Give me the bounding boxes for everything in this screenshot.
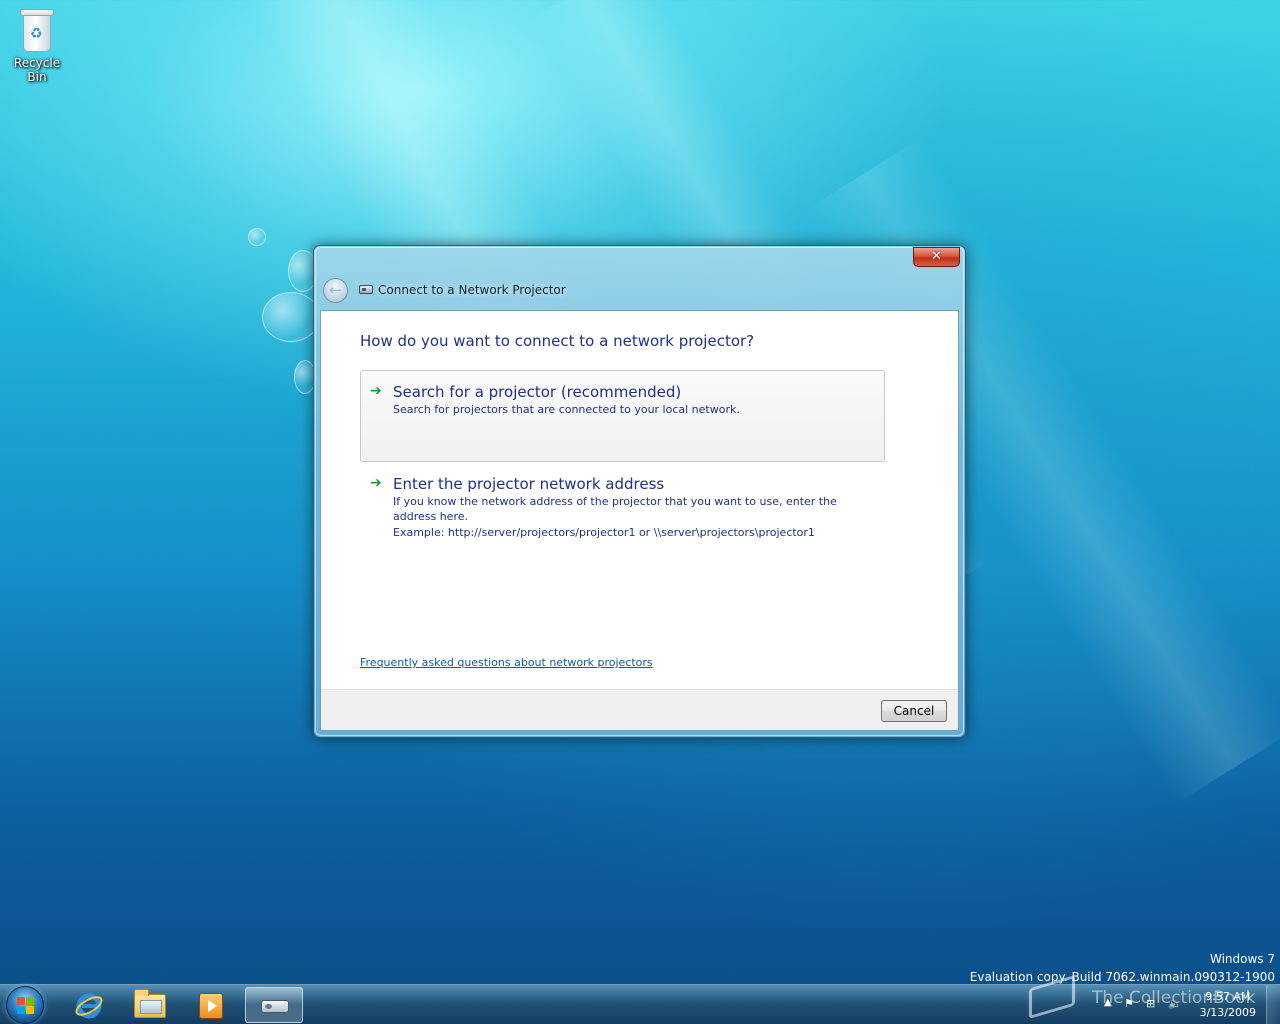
green-arrow-icon: ➔ (370, 475, 382, 491)
site-watermark-text: The CollectionBook (1092, 988, 1256, 1008)
taskbar-network-projector[interactable] (245, 987, 303, 1023)
option-title: Search for a projector (recommended) (393, 383, 682, 401)
watermark-os: Windows 7 (1209, 952, 1275, 966)
faq-link[interactable]: Frequently asked questions about network… (360, 656, 653, 669)
option-description: Search for projectors that are connected… (393, 403, 740, 416)
back-button[interactable]: ← (323, 278, 348, 303)
show-desktop-button[interactable] (1266, 985, 1280, 1024)
internet-explorer-icon (75, 993, 103, 1019)
option-example: Example: http://server/projectors/projec… (393, 526, 815, 539)
enter-address-option[interactable]: ➔ Enter the projector network address If… (360, 462, 885, 542)
windows-logo-icon (17, 997, 35, 1015)
cancel-button[interactable]: Cancel (881, 700, 947, 722)
windows-explorer-icon (134, 989, 166, 1018)
recycle-bin-icon: ♻ (17, 6, 57, 54)
taskbar-media-player[interactable] (182, 987, 240, 1023)
wallpaper-bubble (262, 292, 320, 342)
dialog-heading: How do you want to connect to a network … (360, 332, 755, 350)
option-title: Enter the projector network address (393, 475, 665, 493)
start-button[interactable] (6, 986, 44, 1024)
taskbar-internet-explorer[interactable] (60, 987, 118, 1023)
wallpaper-bubble (248, 228, 266, 246)
window-title: Connect to a Network Projector (378, 283, 566, 297)
option-description: If you know the network address of the p… (393, 495, 837, 523)
recycle-bin-label: Recycle Bin (13, 56, 61, 84)
search-projector-option[interactable]: ➔ Search for a projector (recommended) S… (360, 370, 885, 462)
network-projector-dialog: ✕ ← Connect to a Network Projector How d… (313, 245, 966, 738)
recycle-bin-desktop-icon[interactable]: ♻ Recycle Bin (4, 6, 70, 84)
taskbar-windows-explorer[interactable] (121, 987, 179, 1023)
projector-title-icon (359, 285, 373, 294)
network-projector-icon (261, 1000, 289, 1013)
book-logo-icon (1028, 974, 1076, 1020)
site-watermark: The CollectionBook (1028, 974, 1260, 1020)
dialog-content: How do you want to connect to a network … (320, 310, 959, 731)
dialog-footer: Cancel (321, 689, 958, 730)
green-arrow-icon: ➔ (370, 383, 382, 399)
media-player-icon (199, 993, 223, 1019)
close-button[interactable]: ✕ (913, 247, 960, 267)
